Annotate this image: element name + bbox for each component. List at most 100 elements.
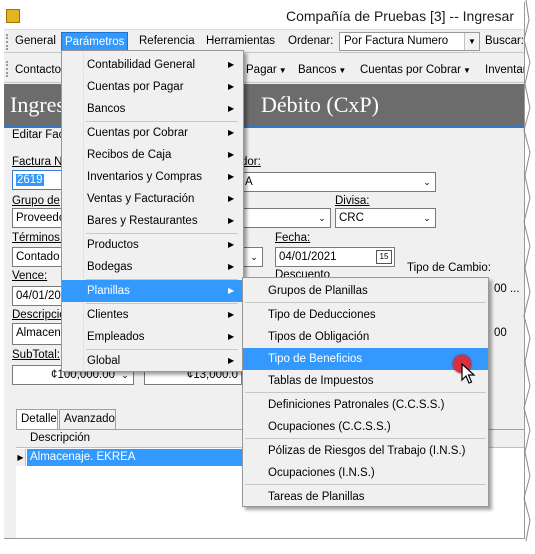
fecha-field[interactable]: 04/01/2021 15 bbox=[275, 247, 395, 267]
menu-separator bbox=[245, 392, 486, 393]
proveedor-combo[interactable]: A ⌄ bbox=[241, 172, 436, 192]
params-menu-item[interactable]: Planillas ▶ bbox=[62, 280, 243, 302]
toolbar-contactos[interactable]: Contactos bbox=[15, 61, 67, 79]
chevron-right-icon: ▶ bbox=[228, 240, 235, 249]
planillas-menu-item[interactable]: Tipos de Obligación bbox=[243, 326, 488, 348]
toolbar-inventarios[interactable]: Inventar bbox=[485, 61, 524, 79]
params-menu-item[interactable]: Bodegas ▶ bbox=[62, 256, 243, 278]
terminos-label: Términos: bbox=[12, 232, 64, 244]
tab-avanzado[interactable]: Avanzado bbox=[59, 409, 116, 429]
app-icon bbox=[6, 9, 20, 23]
terminos-combo-right[interactable]: ⌄ bbox=[241, 247, 263, 267]
planillas-menu-item[interactable]: Definiciones Patronales (C.C.S.S.) bbox=[243, 394, 488, 416]
menu-separator bbox=[245, 484, 486, 485]
params-menu-item[interactable]: Contabilidad General ▶ bbox=[62, 54, 243, 76]
tipo-cambio-value: 00 ... bbox=[494, 283, 520, 295]
ordenar-combo[interactable]: Por Factura Numero ▼ bbox=[339, 32, 480, 51]
planillas-menu-item[interactable]: Tareas de Planillas bbox=[243, 486, 488, 508]
planillas-menu-item[interactable]: Grupos de Planillas bbox=[243, 280, 488, 302]
params-menu-item[interactable]: Recibos de Caja ▶ bbox=[62, 144, 243, 166]
planillas-menu-item[interactable]: Ocupaciones (I.N.S.) bbox=[243, 462, 488, 484]
planillas-menu-item[interactable]: Tablas de Impuestos bbox=[243, 370, 488, 392]
descripcion-value: Almacena bbox=[16, 327, 68, 339]
divisa-value: CRC bbox=[339, 212, 364, 224]
params-menu-item-label: Productos bbox=[87, 239, 139, 251]
chevron-right-icon: ▶ bbox=[228, 216, 235, 225]
menu-referencia[interactable]: Referencia bbox=[136, 32, 198, 51]
column-descripcion[interactable]: Descripción bbox=[30, 432, 90, 444]
menu-buscar[interactable]: Buscar: bbox=[482, 32, 524, 51]
planillas-menu-item[interactable]: Tipo de Beneficios bbox=[243, 348, 488, 370]
menu-herramientas[interactable]: Herramientas bbox=[203, 32, 278, 51]
planillas-menu-item-label: Tablas de Impuestos bbox=[268, 375, 374, 387]
divisa-combo[interactable]: CRC ⌄ bbox=[335, 208, 436, 228]
dropdown-arrow-icon[interactable]: ⌄ bbox=[314, 209, 330, 227]
menu-general[interactable]: General bbox=[12, 32, 59, 51]
chevron-right-icon: ▶ bbox=[228, 356, 235, 365]
dropdown-arrow-icon[interactable]: ⌄ bbox=[419, 173, 435, 191]
fecha-value: 04/01/2021 bbox=[279, 251, 337, 263]
ordenar-label: Ordenar: bbox=[288, 35, 334, 47]
params-menu-item[interactable]: Ventas y Facturación ▶ bbox=[62, 188, 243, 210]
params-menu-item[interactable]: Clientes ▶ bbox=[62, 304, 243, 326]
toolbar-pagar[interactable]: Pagar ▼ bbox=[246, 61, 287, 79]
params-menu-item-label: Inventarios y Compras bbox=[87, 171, 203, 183]
row-indicator-icon: ▶ bbox=[16, 449, 26, 466]
chevron-right-icon: ▶ bbox=[228, 60, 235, 69]
calendar-icon[interactable]: 15 bbox=[376, 250, 392, 264]
row-descripcion-cell[interactable]: Almacenaje. EKREA bbox=[27, 449, 243, 466]
screenshot-canvas: Compañía de Pruebas [3] -- Ingresar Gene… bbox=[0, 0, 535, 554]
toolbar-cuentas-cobrar[interactable]: Cuentas por Cobrar ▼ bbox=[360, 61, 471, 79]
toolbar-contactos-label: Contactos bbox=[15, 64, 67, 76]
chevron-down-icon: ▼ bbox=[278, 66, 287, 75]
params-menu-item[interactable]: Inventarios y Compras ▶ bbox=[62, 166, 243, 188]
planillas-menu-item[interactable]: Tipo de Deducciones bbox=[243, 304, 488, 326]
toolbar-grip bbox=[6, 61, 9, 77]
chevron-right-icon: ▶ bbox=[228, 82, 235, 91]
parametros-menu: Contabilidad General ▶ Cuentas por Pagar ▶ B… bbox=[61, 50, 244, 372]
factura-value: 2619 bbox=[16, 174, 44, 186]
menubar-grip bbox=[6, 34, 9, 50]
params-menu-item[interactable]: Productos ▶ bbox=[62, 234, 243, 256]
toolbar-cuentas-cobrar-label: Cuentas por Cobrar bbox=[360, 64, 461, 76]
params-menu-item-label: Empleados bbox=[87, 331, 145, 343]
window-title: Compañía de Pruebas [3] -- Ingresar bbox=[286, 8, 515, 24]
menu-separator bbox=[245, 302, 486, 303]
params-menu-item[interactable]: Global ▶ bbox=[62, 350, 243, 372]
params-menu-item[interactable]: Cuentas por Cobrar ▶ bbox=[62, 122, 243, 144]
planillas-menu-item-label: Tipos de Obligación bbox=[268, 331, 370, 343]
grupo-value: Proveedo bbox=[16, 212, 66, 224]
chevron-right-icon: ▶ bbox=[228, 262, 235, 271]
planillas-submenu: Grupos de Planillas Tipo de Deducciones Ti… bbox=[242, 277, 489, 507]
toolbar-bancos[interactable]: Bancos ▼ bbox=[298, 61, 346, 79]
menu-parametros[interactable]: Parámetros bbox=[61, 32, 129, 51]
params-menu-item[interactable]: Bancos ▶ bbox=[62, 98, 243, 120]
params-menu-item[interactable]: Bares y Restaurantes ▶ bbox=[62, 210, 243, 232]
vence-value: 04/01/20 bbox=[16, 290, 61, 302]
chevron-right-icon: ▶ bbox=[228, 332, 235, 341]
params-menu-item-label: Bodegas bbox=[87, 261, 133, 273]
grupo-label: Grupo de bbox=[12, 195, 60, 207]
subtotal-label: SubTotal: bbox=[12, 349, 60, 361]
vence-label: Vence: bbox=[12, 270, 48, 282]
params-menu-item[interactable]: Cuentas por Pagar ▶ bbox=[62, 76, 243, 98]
params-menu-item-label: Global bbox=[87, 355, 121, 367]
chevron-right-icon: ▶ bbox=[228, 194, 235, 203]
planillas-menu-item-label: Tipo de Beneficios bbox=[268, 353, 363, 365]
grupo-combo-right[interactable]: ⌄ bbox=[241, 208, 331, 228]
dropdown-arrow-icon[interactable]: ⌄ bbox=[246, 248, 262, 266]
factura-label: Factura N bbox=[12, 156, 63, 168]
tab-detalle[interactable]: Detalle bbox=[16, 409, 58, 429]
planillas-menu-item[interactable]: Pólizas de Riesgos del Trabajo (I.N.S.) bbox=[243, 440, 488, 462]
params-menu-item-label: Bancos bbox=[87, 103, 126, 115]
dropdown-arrow-icon[interactable]: ⌄ bbox=[419, 209, 435, 227]
params-menu-item[interactable]: Empleados ▶ bbox=[62, 326, 243, 348]
terminos-value: Contado bbox=[16, 251, 60, 263]
planillas-menu-item[interactable]: Ocupaciones (C.C.S.S.) bbox=[243, 416, 488, 438]
dropdown-arrow-icon[interactable]: ▼ bbox=[464, 33, 479, 50]
params-menu-item-label: Ventas y Facturación bbox=[87, 193, 195, 205]
menu-separator bbox=[245, 438, 486, 439]
planillas-menu-item-label: Ocupaciones (C.C.S.S.) bbox=[268, 421, 391, 433]
toolbar-bancos-label: Bancos bbox=[298, 64, 337, 76]
tipo-cambio-label: Tipo de Cambio: bbox=[407, 262, 491, 274]
